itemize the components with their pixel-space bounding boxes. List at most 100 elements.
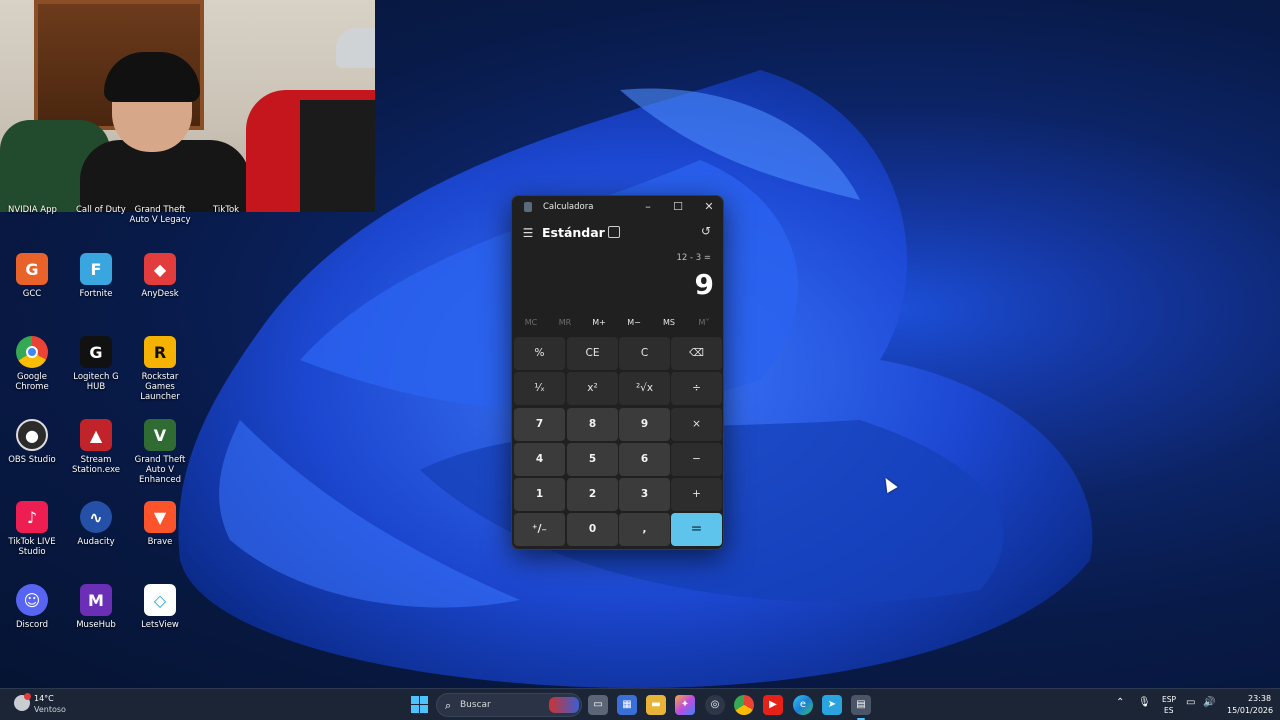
clock-time[interactable]: 23:38 [1248,694,1271,703]
digit-1-button[interactable]: 1 [514,478,565,511]
desktop-icon-audacity[interactable]: ∿ Audacity [64,501,128,547]
decimal-button[interactable]: , [619,513,670,546]
divide-button[interactable]: ÷ [671,372,722,405]
desktop-icon-musehub[interactable]: M MuseHub [64,584,128,630]
history-icon[interactable]: ↺ [701,224,711,238]
gta-icon: V [144,419,176,451]
weather-temperature[interactable]: 14°C [34,694,54,703]
desktop-icon-google-chrome[interactable]: Google Chrome [0,336,64,392]
microphone-icon[interactable]: 🎙 [1138,697,1151,708]
desktop-icon-rockstar-games-launcher[interactable]: R Rockstar Games Launcher [128,336,192,402]
desktop-label-call-of-duty[interactable]: Call of Duty [76,205,126,215]
memory-subtract-button[interactable]: M− [617,318,651,327]
desktop-icon-label: Brave [147,537,173,547]
percent-button[interactable]: % [514,337,565,370]
calculator-titlebar[interactable]: Calculadora – ☐ ✕ [512,196,723,218]
desktop-label-tiktok[interactable]: TikTok [213,205,239,215]
calculator-app-icon [524,202,532,212]
brave-icon: ▼ [144,501,176,533]
desktop-label-nvidia-app[interactable]: NVIDIA App [8,205,57,215]
memory-store-button[interactable]: MS [652,318,686,327]
desktop-icon-label: OBS Studio [8,455,56,465]
close-button[interactable]: ✕ [695,198,723,216]
desktop-icon-logitech-g-hub[interactable]: G Logitech G HUB [64,336,128,392]
keyboard-layout-indicator[interactable]: ES [1164,706,1174,715]
expression-display: 12 - 3 = [676,253,711,263]
memory-add-button[interactable]: M+ [582,318,616,327]
language-indicator[interactable]: ESP [1162,695,1176,704]
digit-8-button[interactable]: 8 [567,408,618,441]
digit-6-button[interactable]: 6 [619,443,670,476]
square-button[interactable]: x² [567,372,618,405]
desktop-icon-stream-station[interactable]: ▲ Stream Station.exe [64,419,128,475]
keep-on-top-icon[interactable] [608,226,620,238]
desktop-label-gta-legacy[interactable]: Grand Theft Auto V Legacy [128,205,192,225]
desktop-icon-label: Fortnite [79,289,113,299]
multiply-button[interactable]: × [671,408,722,441]
obs-taskbar-icon[interactable]: ◎ [705,695,725,715]
memory-recall-button[interactable]: MR [548,318,582,327]
mode-title: Estándar [542,225,605,240]
reciprocal-button[interactable]: ¹⁄ₓ [514,372,565,405]
webcam-overlay [0,0,375,212]
equals-button[interactable]: = [671,513,722,546]
digit-9-button[interactable]: 9 [619,408,670,441]
digit-5-button[interactable]: 5 [567,443,618,476]
show-hidden-icons-chevron-up-icon[interactable]: ⌃ [1116,697,1124,708]
maximize-button[interactable]: ☐ [664,198,692,216]
anydesk-icon: ◆ [144,253,176,285]
desktop-icon-label: Rockstar Games Launcher [140,372,180,402]
digit-7-button[interactable]: 7 [514,408,565,441]
desktop-icon-letsview[interactable]: ◇ LetsView [128,584,192,630]
desktop-icon-gcc[interactable]: G GCC [0,253,64,299]
edge-icon[interactable]: e [793,695,813,715]
desktop-icon-fortnite[interactable]: F Fortnite [64,253,128,299]
backspace-button[interactable]: ⌫ [671,337,722,370]
file-explorer-icon[interactable]: ▬ [646,695,666,715]
digit-4-button[interactable]: 4 [514,443,565,476]
subtract-button[interactable]: − [671,443,722,476]
desktop-icon-brave[interactable]: ▼ Brave [128,501,192,547]
gcc-icon: G [16,253,48,285]
obs-icon: ● [16,419,48,451]
network-icon[interactable]: ▭ [1186,697,1195,708]
digit-2-button[interactable]: 2 [567,478,618,511]
rockstar-icon: R [144,336,176,368]
clear-button[interactable]: C [619,337,670,370]
negate-button[interactable]: ⁺/₋ [514,513,565,546]
calculator-window[interactable]: Calculadora – ☐ ✕ ☰ Estándar ↺ 12 - 3 = … [511,195,724,550]
desktop-icon-label: Logitech G HUB [73,372,119,392]
add-button[interactable]: + [671,478,722,511]
tiktok-icon: ♪ [16,501,48,533]
desktop-icon-label: TikTok LIVE Studio [8,537,56,557]
calculator-taskbar-icon[interactable]: ▤ [851,695,871,720]
start-button[interactable] [411,696,428,713]
digit-3-button[interactable]: 3 [619,478,670,511]
memory-list-button[interactable]: M˅ [687,318,721,327]
volume-icon[interactable]: 🔊 [1203,697,1215,708]
result-display: 9 [694,268,714,301]
memory-clear-button[interactable]: MC [514,318,548,327]
desktop-icon-tiktok-live-studio[interactable]: ♪ TikTok LIVE Studio [0,501,64,557]
weather-alert-badge [24,693,31,700]
desktop-icon-gta-enhanced[interactable]: V Grand Theft Auto V Enhanced [128,419,192,485]
telegram-icon[interactable]: ➤ [822,695,842,715]
stream-station-icon: ▲ [80,419,112,451]
clear-entry-button[interactable]: CE [567,337,618,370]
chrome-taskbar-icon[interactable] [734,695,754,715]
weather-condition[interactable]: Ventoso [34,705,66,714]
desktop-icon-label: AnyDesk [141,289,179,299]
clock-date[interactable]: 15/01/2026 [1227,706,1273,715]
square-root-button[interactable]: ²√x [619,372,670,405]
taskbar-search-box[interactable]: ⌕ Buscar [436,693,582,717]
desktop-icon-discord[interactable]: ☺ Discord [0,584,64,630]
microsoft-store-icon[interactable]: ▦ [617,695,637,715]
minimize-button[interactable]: – [634,198,662,216]
task-view-icon[interactable]: ▭ [588,695,608,715]
youtube-icon[interactable]: ▶ [763,695,783,715]
hamburger-menu-icon[interactable]: ☰ [521,225,535,241]
copilot-icon[interactable]: ✦ [675,695,695,715]
desktop-icon-obs-studio[interactable]: ● OBS Studio [0,419,64,465]
digit-0-button[interactable]: 0 [567,513,618,546]
desktop-icon-anydesk[interactable]: ◆ AnyDesk [128,253,192,299]
